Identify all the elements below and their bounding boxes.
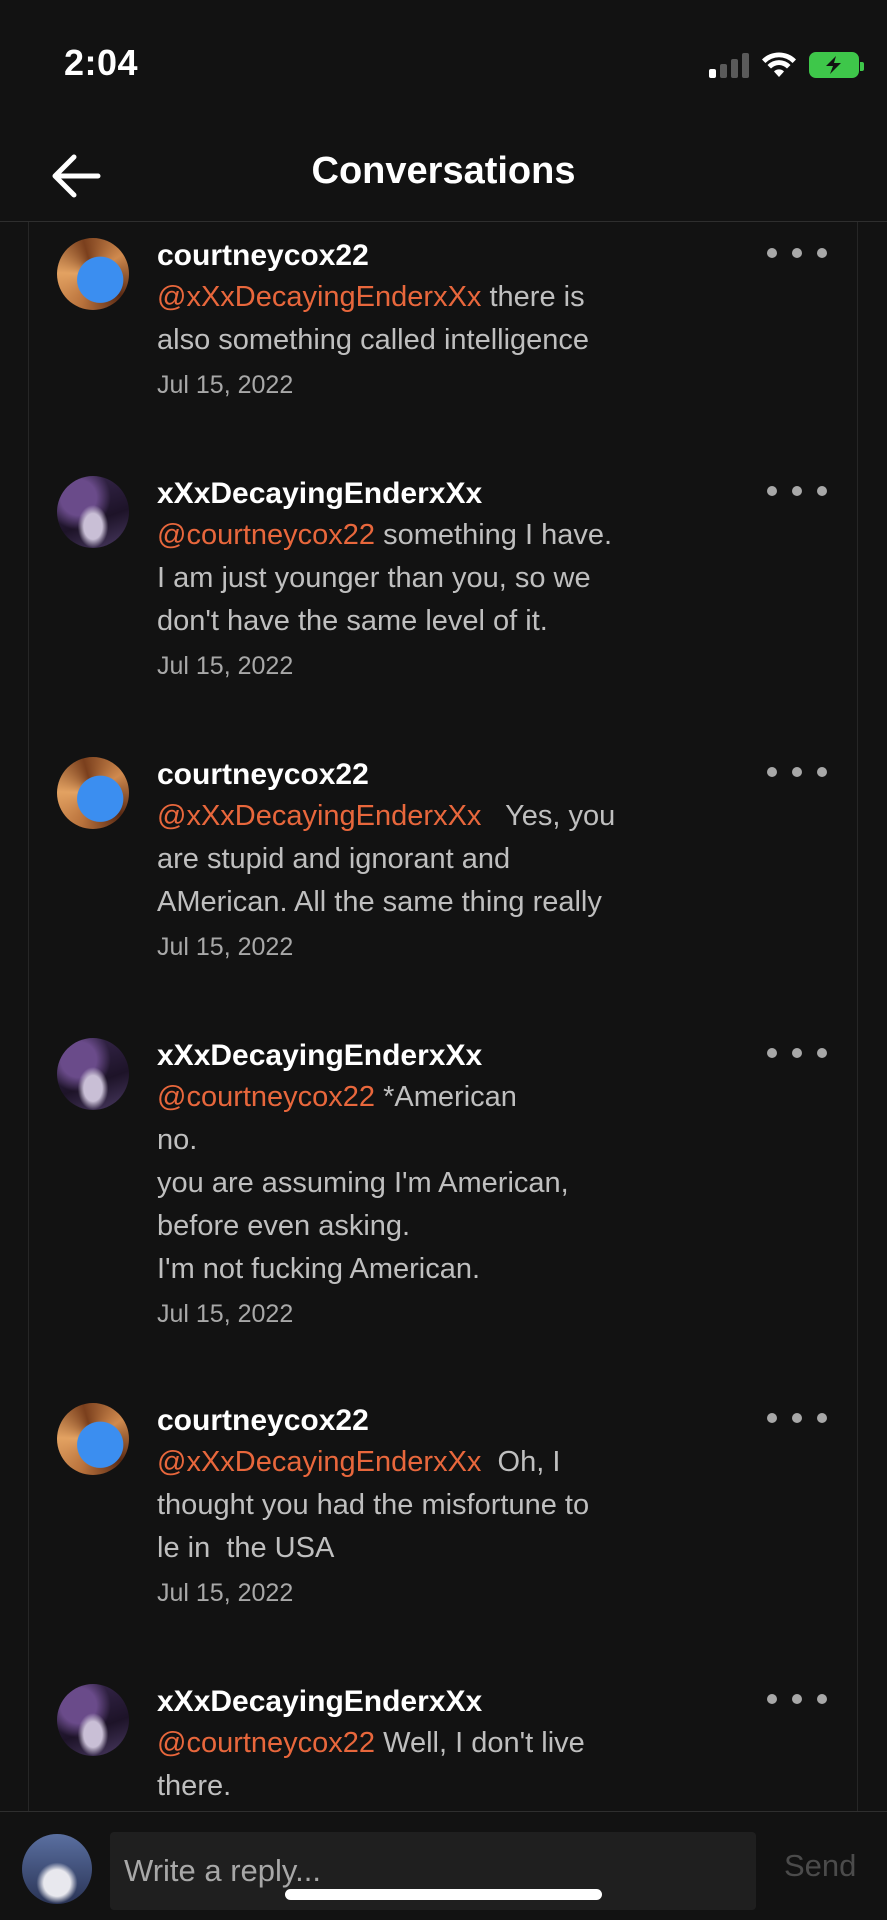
comment-author[interactable]: xXxDecayingEnderxXx — [157, 1038, 717, 1074]
more-options-button[interactable] — [767, 476, 827, 506]
more-horizontal-icon — [767, 486, 777, 496]
status-time: 2:04 — [64, 42, 139, 83]
comment-text: @courtneycox22 something I have. I am ju… — [157, 514, 717, 643]
more-options-button[interactable] — [767, 238, 827, 268]
battery-charging-icon — [809, 52, 864, 78]
comment-item: xXxDecayingEnderxXx @courtneycox22 somet… — [29, 476, 857, 716]
mention-link[interactable]: @courtneycox22 — [157, 1727, 375, 1759]
more-options-button[interactable] — [767, 1403, 827, 1433]
comment-date: Jul 15, 2022 — [157, 933, 294, 961]
more-options-button[interactable] — [767, 1038, 827, 1068]
comment-date: Jul 15, 2022 — [157, 371, 294, 399]
comment-text: @xXxDecayingEnderxXx Yes, you are stupid… — [157, 795, 717, 924]
home-indicator — [285, 1889, 602, 1900]
comment-date: Jul 15, 2022 — [157, 1300, 294, 1328]
comment-author[interactable]: courtneycox22 — [157, 238, 717, 274]
avatar[interactable] — [57, 1684, 129, 1756]
page-title: Conversations — [311, 150, 576, 192]
mention-link[interactable]: @courtneycox22 — [157, 1081, 375, 1113]
mention-link[interactable]: @xXxDecayingEnderxXx — [157, 281, 481, 313]
more-options-button[interactable] — [767, 1684, 827, 1714]
comment-item: xXxDecayingEnderxXx @courtneycox22 Well,… — [29, 1684, 857, 1812]
comment-text: @xXxDecayingEnderxXx Oh, I thought you h… — [157, 1441, 717, 1570]
comment-item: courtneycox22 @xXxDecayingEnderxXx there… — [29, 238, 857, 458]
comment-author[interactable]: xXxDecayingEnderxXx — [157, 1684, 717, 1720]
comment-author[interactable]: courtneycox22 — [157, 1403, 717, 1439]
comment-item: courtneycox22 @xXxDecayingEnderxXx Oh, I… — [29, 1403, 857, 1643]
mention-link[interactable]: @courtneycox22 — [157, 519, 375, 551]
more-options-button[interactable] — [767, 757, 827, 787]
current-user-avatar — [22, 1834, 92, 1904]
cellular-signal-icon — [709, 52, 749, 78]
avatar[interactable] — [57, 476, 129, 548]
reply-bar: Send — [0, 1811, 887, 1920]
avatar[interactable] — [57, 238, 129, 310]
wifi-icon — [762, 52, 796, 77]
status-bar: 2:04 — [0, 0, 887, 130]
more-horizontal-icon — [767, 1413, 777, 1423]
mention-link[interactable]: @xXxDecayingEnderxXx — [157, 1446, 481, 1478]
more-horizontal-icon — [767, 248, 777, 258]
comment-text: @courtneycox22 *American no. you are ass… — [157, 1076, 717, 1291]
comment-author[interactable]: courtneycox22 — [157, 757, 717, 793]
status-icons — [709, 48, 864, 82]
comment-item: xXxDecayingEnderxXx @courtneycox22 *Amer… — [29, 1038, 857, 1368]
comment-item: courtneycox22 @xXxDecayingEnderxXx Yes, … — [29, 757, 857, 997]
comment-text: @courtneycox22 Well, I don't live there. — [157, 1722, 717, 1808]
comment-thread[interactable]: courtneycox22 @xXxDecayingEnderxXx there… — [28, 222, 858, 1812]
avatar[interactable] — [57, 757, 129, 829]
comment-author[interactable]: xXxDecayingEnderxXx — [157, 476, 717, 512]
mention-link[interactable]: @xXxDecayingEnderxXx — [157, 800, 481, 832]
more-horizontal-icon — [767, 767, 777, 777]
comment-date: Jul 15, 2022 — [157, 1579, 294, 1607]
avatar[interactable] — [57, 1038, 129, 1110]
more-horizontal-icon — [767, 1048, 777, 1058]
comment-text: @xXxDecayingEnderxXx there is also somet… — [157, 276, 717, 362]
navigation-bar: Conversations — [0, 130, 887, 222]
comment-date: Jul 15, 2022 — [157, 652, 294, 680]
more-horizontal-icon — [767, 1694, 777, 1704]
avatar[interactable] — [57, 1403, 129, 1475]
send-button[interactable]: Send — [784, 1848, 856, 1884]
